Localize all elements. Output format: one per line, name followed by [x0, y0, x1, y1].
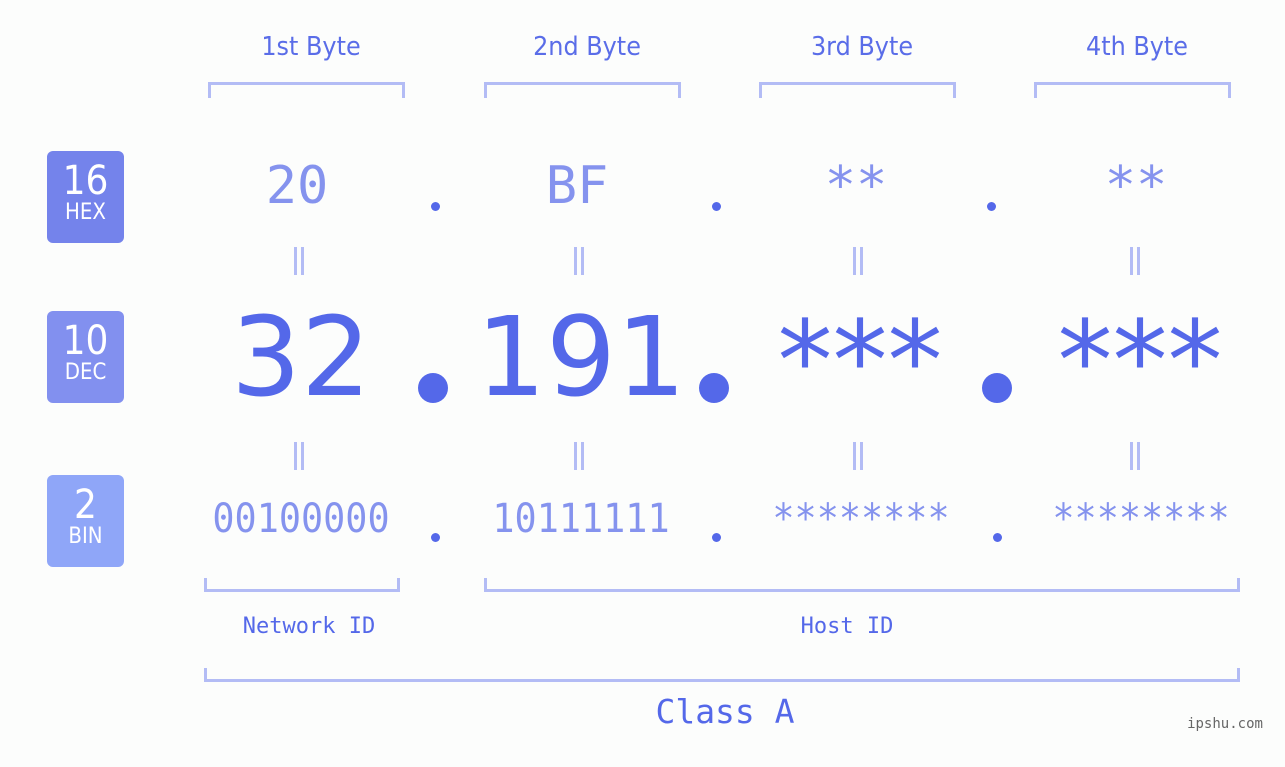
bin-badge-number: 2	[74, 482, 97, 528]
byte-header-4: 4th Byte	[1085, 32, 1189, 62]
bin-byte-2: 10111111	[492, 496, 670, 542]
network-id-bracket	[204, 578, 400, 592]
byte-bracket-2	[484, 82, 681, 98]
equals-icon	[1128, 247, 1142, 275]
equals-icon	[1128, 442, 1142, 470]
network-id-label: Network ID	[242, 614, 376, 639]
equals-icon	[851, 247, 865, 275]
dec-separator-dot	[699, 373, 729, 403]
bin-badge-label: BIN	[68, 524, 103, 549]
byte-header-3: 3rd Byte	[810, 32, 914, 62]
bin-separator-dot	[993, 533, 1002, 542]
dec-badge-number: 10	[62, 318, 109, 364]
class-bracket	[204, 668, 1240, 682]
byte-bracket-3	[759, 82, 956, 98]
hex-separator-dot	[431, 202, 440, 211]
hex-byte-2: BF	[545, 156, 609, 216]
bin-byte-3: ********	[772, 496, 950, 542]
bin-byte-4: ********	[1052, 496, 1230, 542]
dec-separator-dot	[418, 373, 448, 403]
host-id-label: Host ID	[800, 614, 894, 639]
bin-badge: 2 BIN	[47, 475, 124, 567]
watermark: ipshu.com	[1187, 716, 1263, 732]
hex-badge-number: 16	[62, 158, 109, 204]
dec-byte-2: 191	[476, 293, 686, 421]
class-label: Class A	[655, 692, 795, 731]
bin-separator-dot	[712, 533, 721, 542]
byte-bracket-1	[208, 82, 405, 98]
hex-separator-dot	[712, 202, 721, 211]
host-id-bracket	[484, 578, 1240, 592]
hex-byte-3: **	[824, 156, 888, 216]
hex-separator-dot	[987, 202, 996, 211]
byte-bracket-4	[1034, 82, 1231, 98]
equals-icon	[292, 247, 306, 275]
dec-byte-3: ***	[777, 297, 943, 425]
bin-byte-1: 00100000	[212, 496, 390, 542]
hex-byte-1: 20	[265, 156, 329, 216]
dec-badge: 10 DEC	[47, 311, 124, 403]
equals-icon	[292, 442, 306, 470]
bin-separator-dot	[431, 533, 440, 542]
equals-icon	[572, 442, 586, 470]
byte-header-1: 1st Byte	[261, 32, 361, 62]
dec-separator-dot	[982, 373, 1012, 403]
hex-badge-label: HEX	[65, 200, 106, 225]
dec-badge-label: DEC	[64, 360, 107, 385]
equals-icon	[572, 247, 586, 275]
dec-byte-1: 32	[231, 293, 371, 421]
hex-badge: 16 HEX	[47, 151, 124, 243]
byte-header-2: 2nd Byte	[533, 32, 641, 62]
equals-icon	[851, 442, 865, 470]
hex-byte-4: **	[1104, 156, 1168, 216]
dec-byte-4: ***	[1057, 297, 1223, 425]
